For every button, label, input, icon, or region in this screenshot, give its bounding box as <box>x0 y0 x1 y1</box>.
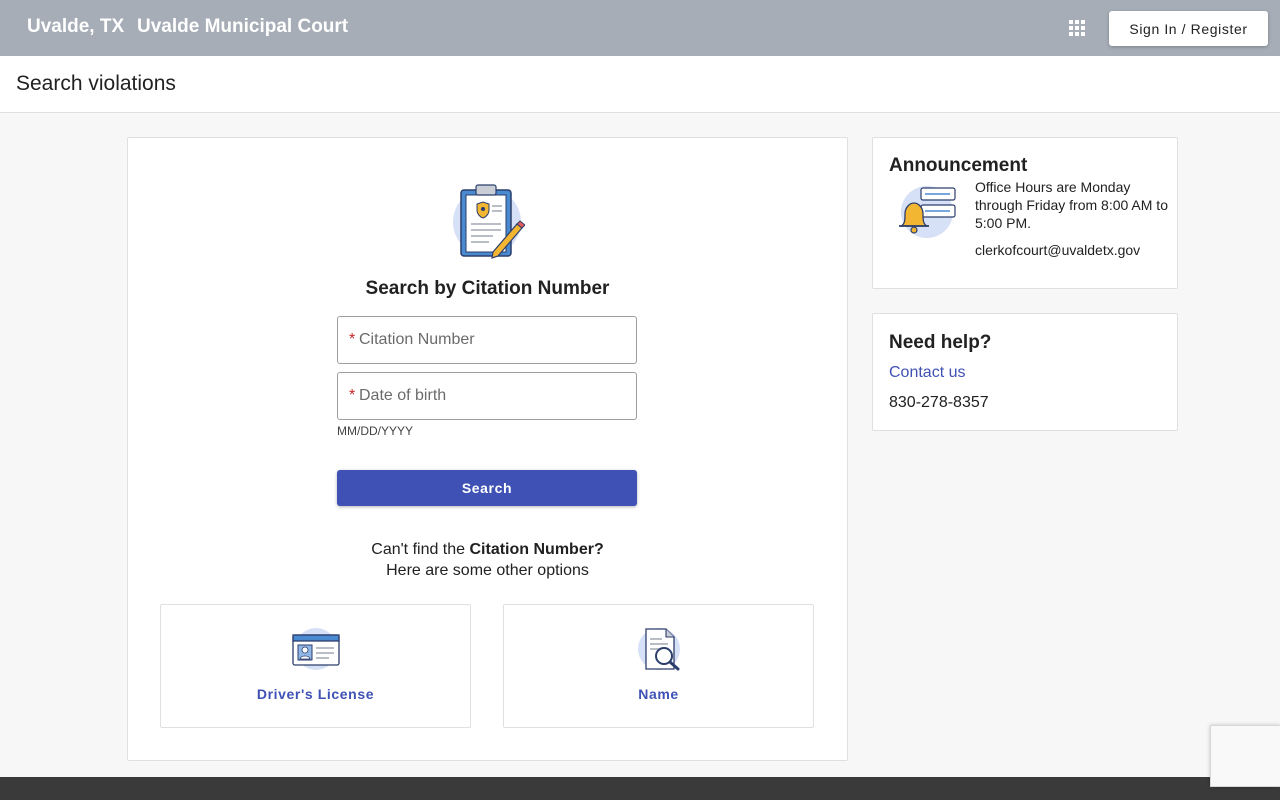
page-title: Search violations <box>16 72 176 95</box>
date-of-birth-input[interactable] <box>359 375 631 417</box>
citation-number-field[interactable]: * <box>337 316 637 364</box>
drivers-license-label: Driver's License <box>256 686 375 702</box>
recaptcha-badge[interactable] <box>1210 725 1280 787</box>
top-bar: Uvalde, TX Uvalde Municipal Court Sign I… <box>0 0 1280 56</box>
announcement-card: Announcement Office Hours are Monday thr… <box>872 137 1178 289</box>
apps-grid-icon[interactable] <box>1069 20 1085 36</box>
city-name[interactable]: Uvalde, TX <box>27 16 124 38</box>
cant-find-prefix: Can't find the <box>371 541 470 558</box>
required-asterisk: * <box>349 387 356 404</box>
announcement-title: Announcement <box>889 155 1028 176</box>
cant-find-text: Can't find the Citation Number? Here are… <box>128 539 847 581</box>
need-help-title: Need help? <box>889 332 992 353</box>
citation-clipboard-icon <box>453 184 525 259</box>
search-card: Search by Citation Number * * MM/DD/YYYY… <box>127 137 848 761</box>
drivers-license-icon <box>292 628 340 670</box>
announcement-email: clerkofcourt@uvaldetx.gov <box>975 242 1141 258</box>
required-asterisk: * <box>349 331 356 348</box>
other-options-text: Here are some other options <box>386 562 589 579</box>
page-footer <box>0 777 1280 800</box>
search-by-drivers-license-option[interactable]: Driver's License <box>160 604 471 728</box>
need-help-card: Need help? Contact us 830-278-8357 <box>872 313 1178 431</box>
citation-number-input[interactable] <box>359 319 631 361</box>
court-name[interactable]: Uvalde Municipal Court <box>137 16 348 38</box>
bell-notification-icon <box>899 186 956 238</box>
search-button[interactable]: Search <box>337 470 637 506</box>
help-phone-number: 830-278-8357 <box>889 394 989 411</box>
cant-find-bold: Citation Number? <box>469 541 604 558</box>
page-header: Search violations <box>0 56 1280 113</box>
contact-us-link[interactable]: Contact us <box>889 364 965 382</box>
search-title: Search by Citation Number <box>365 278 610 299</box>
announcement-message: Office Hours are Monday through Friday f… <box>975 179 1168 231</box>
search-by-name-option[interactable]: Name <box>503 604 814 728</box>
date-format-hint: MM/DD/YYYY <box>337 424 414 438</box>
sign-in-register-button[interactable]: Sign In / Register <box>1109 11 1268 46</box>
date-of-birth-field[interactable]: * <box>337 372 637 420</box>
name-label: Name <box>638 686 679 702</box>
name-search-icon <box>638 628 680 671</box>
